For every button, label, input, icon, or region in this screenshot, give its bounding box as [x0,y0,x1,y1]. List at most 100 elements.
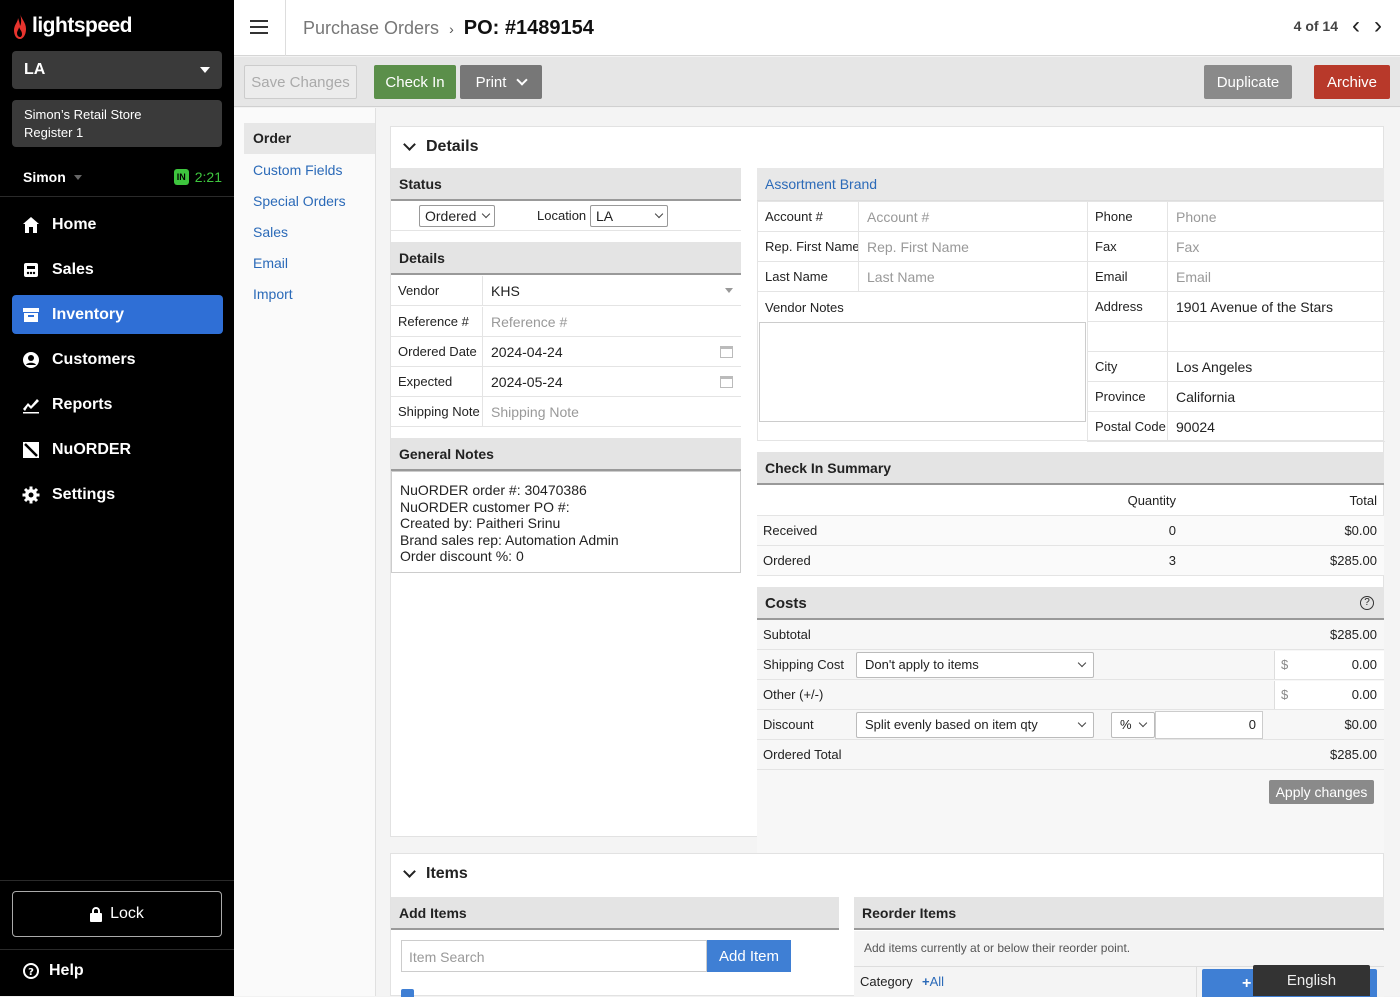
chevron-down-icon [403,138,416,151]
discount-label: Discount [763,717,814,732]
address-input[interactable]: 1901 Avenue of the Stars [1167,292,1385,321]
subnav-special-orders[interactable]: Special Orders [253,193,346,209]
nav-customers-label: Customers [52,350,136,368]
subnav-order[interactable]: Order [244,123,375,154]
item-search-input[interactable]: Item Search [401,940,707,972]
prev-record-icon[interactable]: ‹ [1352,14,1360,38]
total-column: Total [1349,493,1377,508]
discount-method-select[interactable]: Split evenly based on item qty [856,711,1094,738]
shipping-note-input[interactable]: Shipping Note [482,397,741,426]
discount-input[interactable]: 0 [1155,710,1263,739]
ordered-date-input[interactable]: 2024-04-24 [482,337,741,366]
calendar-icon[interactable] [720,375,733,388]
status-select[interactable]: Ordered [419,204,495,227]
address-line2-input[interactable] [1167,322,1385,351]
print-button[interactable]: Print [460,65,542,99]
account-label: Account # [765,209,823,224]
ordered-total-label: Ordered Total [763,747,842,762]
reference-row: Reference # Reference # [391,307,741,337]
check-in-button[interactable]: Check In [374,65,456,99]
divider [0,196,234,197]
postal-input[interactable]: 90024 [1167,412,1385,441]
language-selector[interactable]: English [1253,965,1370,996]
subtotal-label: Subtotal [763,627,811,642]
help-link[interactable]: ? Help [23,962,84,980]
vendor-row: Vendor KHS [391,276,741,306]
nav-inventory[interactable]: Inventory [12,295,223,334]
ordered-label: Ordered [763,553,811,568]
help-circle-icon[interactable]: ? [1360,596,1374,610]
discount-type-select[interactable]: % [1111,711,1155,738]
chevron-down-icon [1077,658,1087,668]
archive-button[interactable]: Archive [1314,65,1390,99]
general-note-line: NuORDER customer PO #: [400,498,570,515]
calendar-icon[interactable] [720,345,733,358]
nav-reports[interactable]: Reports [12,385,223,424]
location-select[interactable]: LA [12,51,222,89]
account-input[interactable]: Account # [858,202,1087,231]
details-section-title: Details [426,138,479,155]
reference-input[interactable]: Reference # [482,307,741,336]
caret-down-icon[interactable] [73,174,82,180]
general-notes-textarea[interactable]: NuORDER order #: 30470386 NuORDER custom… [391,471,741,573]
reorder-items-header: Reorder Items [854,897,1384,930]
rep-first-input[interactable]: Rep. First Name [858,232,1087,261]
city-input[interactable]: Los Angeles [1167,352,1385,381]
save-changes-button[interactable]: Save Changes [244,65,357,99]
email-input[interactable]: Email [1167,262,1385,291]
last-name-input[interactable]: Last Name [858,262,1087,291]
vendor-brand-header[interactable]: Assortment Brand [757,168,1384,201]
province-input[interactable]: California [1167,382,1385,411]
general-note-line: Order discount %: 0 [400,548,524,564]
shipping-cost-input[interactable]: $ 0.00 [1274,650,1384,679]
ordered-date-value: 2024-04-24 [491,343,563,360]
address-label: Address [1087,292,1167,321]
items-section-toggle[interactable]: Items [403,865,468,883]
table-row: Received 0 $0.00 [757,516,1384,546]
store-register-box[interactable]: Simon’s Retail Store Register 1 [12,100,222,147]
duplicate-button[interactable]: Duplicate [1204,65,1292,99]
address-line2-row [1087,322,1385,352]
other-cost-input[interactable]: $ 0.00 [1274,680,1384,709]
nav-sales[interactable]: Sales [12,250,223,289]
nav-customers[interactable]: Customers [12,340,223,379]
subnav-import[interactable]: Import [253,286,293,302]
shipping-cost-select[interactable]: Don't apply to items [856,651,1094,678]
vendor-notes-textarea[interactable] [759,322,1086,422]
lightspeed-logo[interactable]: lightspeed [12,12,133,40]
add-item-button[interactable]: Add Item [707,940,791,972]
location-select[interactable]: LA [590,204,668,227]
time-clock[interactable]: IN 2:21 [173,169,222,185]
subnav-email[interactable]: Email [253,255,288,271]
lock-button[interactable]: Lock [12,891,222,937]
apply-changes-button[interactable]: Apply changes [1269,780,1374,804]
expected-date-input[interactable]: 2024-05-24 [482,367,741,396]
category-all-link[interactable]: +All [922,974,944,989]
fax-input[interactable]: Fax [1167,232,1385,261]
nuorder-icon [23,441,39,458]
sidebar: lightspeed LA Simon’s Retail Store Regis… [0,0,234,996]
phone-label: Phone [1087,202,1167,231]
rep-first-label: Rep. First Name [765,239,860,254]
subnav-sales[interactable]: Sales [253,224,288,240]
next-record-icon[interactable]: › [1374,14,1382,38]
nav-home[interactable]: Home [12,205,223,244]
discount-row: Discount Split evenly based on item qty … [757,710,1384,740]
breadcrumb-purchase-orders[interactable]: Purchase Orders [303,18,439,39]
nav-nuorder[interactable]: NuORDER [12,430,223,469]
hamburger-menu-icon[interactable] [250,20,268,38]
other-row: Other (+/-) $ 0.00 [757,680,1384,710]
subtotal-row: Subtotal $285.00 [757,620,1384,650]
ordered-date-label: Ordered Date [398,344,477,359]
vendor-select[interactable]: KHS [482,276,741,305]
lock-label: Lock [110,905,144,922]
inventory-icon [23,307,39,322]
phone-input[interactable]: Phone [1167,202,1385,231]
other-label: Other (+/-) [763,687,824,702]
ordered-total: $285.00 [1330,553,1377,568]
subnav-custom-fields[interactable]: Custom Fields [253,162,342,178]
user-name[interactable]: Simon [23,169,66,185]
expected-label: Expected [398,374,453,389]
nav-settings[interactable]: Settings [12,475,223,514]
details-section-toggle[interactable]: Details [403,138,479,156]
